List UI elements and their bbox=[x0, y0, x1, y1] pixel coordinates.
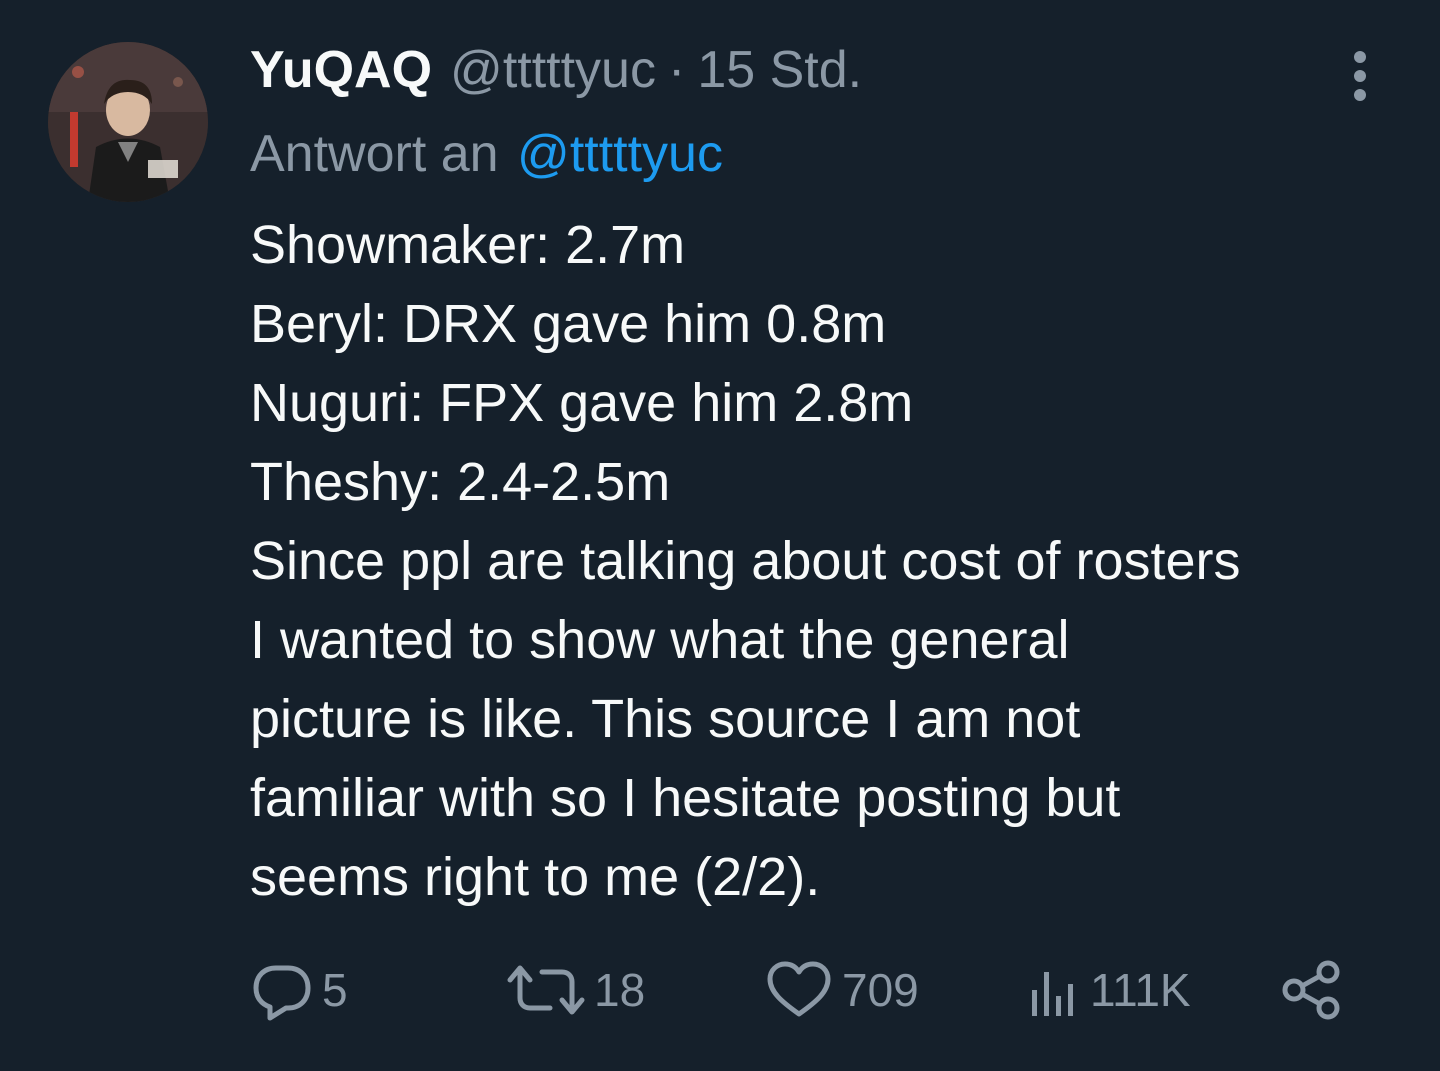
tweet-text-line: Showmaker: 2.7m bbox=[250, 215, 686, 275]
tweet-text-line: Beryl: DRX gave him 0.8m bbox=[250, 294, 887, 354]
share-icon bbox=[1282, 960, 1340, 1020]
tweet-text-line: Since ppl are talking about cost of rost… bbox=[250, 531, 1241, 591]
tweet-text-line: Theshy: 2.4-2.5m bbox=[250, 452, 671, 512]
user-handle[interactable]: @tttttyuc bbox=[450, 38, 656, 102]
more-options-button[interactable] bbox=[1340, 50, 1380, 102]
timestamp[interactable]: 15 Std. bbox=[697, 38, 862, 102]
avatar[interactable] bbox=[48, 42, 208, 202]
reply-button[interactable]: 5 bbox=[250, 950, 348, 1030]
tweet-header: YuQAQ @tttttyuc · 15 Std. bbox=[250, 38, 862, 102]
tweet-text-line: picture is like. This source I am not bbox=[250, 689, 1081, 749]
like-button[interactable]: 709 bbox=[764, 950, 919, 1030]
reply-count: 5 bbox=[322, 964, 348, 1016]
views-button[interactable]: 111K bbox=[1026, 950, 1191, 1030]
tweet-text: Showmaker: 2.7m Beryl: DRX gave him 0.8m… bbox=[250, 206, 1420, 917]
tweet-text-line: familiar with so I hesitate posting but bbox=[250, 768, 1121, 828]
share-button[interactable] bbox=[1280, 950, 1344, 1030]
separator-dot: · bbox=[667, 41, 686, 99]
views-count: 111K bbox=[1090, 964, 1191, 1016]
retweet-icon bbox=[507, 965, 585, 1015]
reply-context: Antwort an @tttttyuc bbox=[250, 122, 723, 186]
reply-bubble-icon bbox=[253, 965, 311, 1021]
retweet-button[interactable]: 18 bbox=[506, 950, 645, 1030]
analytics-bars-icon bbox=[1032, 972, 1073, 1016]
retweet-count: 18 bbox=[594, 964, 646, 1016]
like-count: 709 bbox=[842, 964, 919, 1016]
tweet: YuQAQ @tttttyuc · 15 Std. Antwort an @tt… bbox=[0, 0, 1440, 1071]
reply-to-link[interactable]: @tttttyuc bbox=[517, 125, 723, 183]
tweet-text-line: I wanted to show what the general bbox=[250, 610, 1070, 670]
action-bar: 5 18 709 111K bbox=[250, 950, 1350, 1030]
display-name[interactable]: YuQAQ bbox=[250, 38, 432, 102]
tweet-text-line: Nuguri: FPX gave him 2.8m bbox=[250, 373, 914, 433]
reply-prefix: Antwort an bbox=[250, 125, 499, 183]
heart-icon bbox=[767, 961, 831, 1017]
tweet-text-line: seems right to me (2/2). bbox=[250, 847, 821, 907]
more-vertical-icon bbox=[1354, 51, 1366, 101]
